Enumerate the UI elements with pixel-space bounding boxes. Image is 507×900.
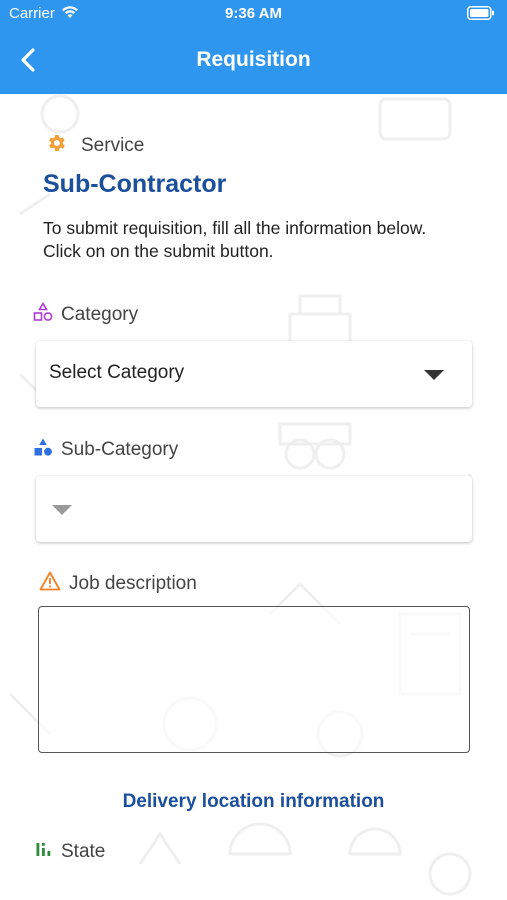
job-description-label: Job description	[69, 573, 197, 594]
service-name: Sub-Contractor	[43, 170, 227, 198]
service-label-row: Service	[45, 132, 144, 160]
category-select-value: Select Category	[49, 362, 185, 383]
state-label-row: State	[35, 840, 105, 864]
category-label-row: Category	[33, 301, 139, 328]
state-label: State	[61, 841, 106, 862]
category-select[interactable]: Select Category	[36, 341, 472, 407]
battery-icon	[467, 6, 495, 24]
sub-category-label-row: Sub-Category	[33, 437, 178, 463]
service-label: Service	[81, 135, 145, 156]
status-bar: Carrier 9:36 AM	[0, 0, 507, 28]
dropdown-arrow-icon	[52, 505, 72, 515]
page-title: Requisition	[196, 48, 311, 71]
job-description-input[interactable]	[38, 606, 470, 753]
nav-bar: Requisition	[0, 28, 507, 94]
sub-category-select[interactable]	[36, 476, 472, 542]
sub-category-label: Sub-Category	[61, 439, 179, 460]
form-instructions: To submit requisition, fill all the info…	[43, 218, 427, 261]
warning-triangle-icon	[39, 571, 61, 597]
delivery-location-heading: Delivery location information	[122, 791, 385, 812]
job-description-label-row: Job description	[39, 571, 197, 597]
category-label: Category	[61, 304, 139, 325]
bar-chart-icon	[35, 840, 53, 864]
dropdown-arrow-icon	[424, 370, 444, 380]
app-header: Carrier 9:36 AM Requisition	[0, 0, 507, 94]
status-time: 9:36 AM	[225, 5, 282, 22]
requisition-form: Service Sub-Contractor To submit requisi…	[0, 94, 507, 900]
shapes-filled-icon	[33, 437, 53, 463]
gear-icon	[45, 132, 67, 160]
shapes-outline-icon	[33, 301, 53, 328]
